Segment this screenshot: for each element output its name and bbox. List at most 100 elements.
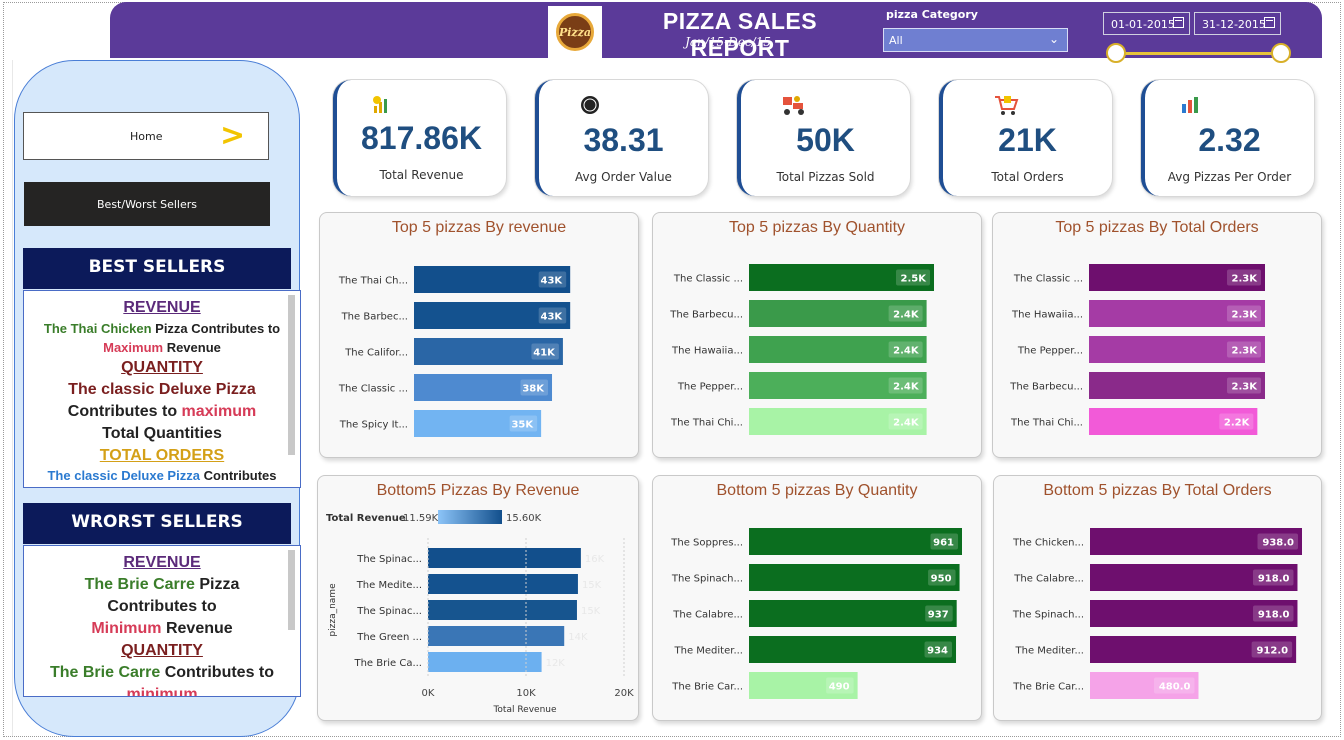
- chart-top5-revenue: Top 5 pizzas By revenue The Thai Ch... 43…: [319, 212, 639, 458]
- kpi-value: 50K: [796, 122, 855, 158]
- category-label: The Classic ...: [673, 274, 743, 285]
- chart-svg: The Classic ... 2.5K The Barbecu... 2.4K The…: [669, 264, 934, 435]
- worst-sellers-box: REVENUE The Brie Carre Pizza Contributes…: [23, 545, 301, 697]
- best-orders-text: Contributes: [199, 468, 277, 483]
- best-sellers-scrollbar[interactable]: [288, 295, 295, 455]
- data-label: 41K: [533, 348, 556, 359]
- x-tick-label: 20K: [614, 688, 634, 699]
- x-tick-label: 0K: [422, 688, 435, 699]
- best-quantity-maximum: maximum: [181, 403, 257, 420]
- data-label: 14K: [568, 632, 588, 643]
- category-label: The Hawaiia...: [1011, 310, 1083, 321]
- best-quantity-pizza: The classic Deluxe Pizza: [68, 381, 256, 398]
- worst-quantity-text: Contributes to: [160, 664, 275, 681]
- bar: [428, 652, 542, 672]
- date-start-value: 01-01-2015: [1111, 18, 1175, 31]
- best-revenue-text2: Revenue: [163, 340, 221, 355]
- worst-revenue-pizza: The Brie Carre: [84, 576, 195, 593]
- legend-max: 15.60K: [506, 513, 542, 524]
- category-label: The Chicken...: [1012, 538, 1084, 549]
- chart-top5-orders: Top 5 pizzas By Total Orders The Classic…: [992, 212, 1322, 458]
- category-label: The Thai Chi...: [670, 418, 743, 429]
- chart-svg: The Thai Ch... 43K The Barbec... 43K The Cal…: [338, 266, 571, 437]
- data-label: 15K: [581, 606, 601, 617]
- bar: [428, 574, 578, 594]
- kpi-avg-order-value: 38.31 Avg Order Value: [535, 80, 708, 196]
- date-end-input[interactable]: 31-12-2015: [1194, 12, 1281, 35]
- data-label: 43K: [541, 276, 564, 287]
- category-label: The Soppres...: [670, 538, 743, 549]
- category-label: The Barbec...: [341, 312, 408, 323]
- date-start-input[interactable]: 01-01-2015: [1103, 12, 1190, 35]
- category-label: The Pepper...: [677, 382, 743, 393]
- chevron-down-icon: ⌄: [1048, 32, 1059, 46]
- legend-gradient-bar: [438, 510, 502, 524]
- best-sellers-heading: BEST SELLERS: [23, 248, 291, 289]
- data-label: 2.4K: [893, 346, 920, 357]
- bar: [428, 600, 577, 620]
- x-tick-label: 10K: [516, 688, 536, 699]
- chart-bottom5-quantity: Bottom 5 pizzas By Quantity The Soppres.…: [652, 475, 982, 721]
- data-label: 12K: [546, 658, 566, 669]
- worst-revenue-minimum: Minimum: [91, 620, 162, 637]
- pizza-category-dropdown[interactable]: All ⌄: [883, 28, 1068, 52]
- kpi-value: 817.86K: [361, 120, 482, 156]
- kpi-value: 38.31: [583, 122, 664, 158]
- category-label: The Medite...: [356, 580, 422, 591]
- kpi-total-revenue: 817.86K Total Revenue: [333, 80, 506, 196]
- category-label: The Classic ...: [338, 384, 408, 395]
- data-label: 38K: [522, 384, 545, 395]
- category-label: The Brie Ca...: [353, 658, 422, 669]
- bar: [749, 564, 960, 591]
- home-button-label: Home: [130, 130, 163, 143]
- kpi-label: Total Pizzas Sold: [776, 170, 875, 184]
- data-label: 2.5K: [901, 274, 928, 285]
- kpi-total-pizzas-sold: 50K Total Pizzas Sold: [737, 80, 910, 196]
- home-button[interactable]: Home >: [23, 112, 269, 160]
- legend-title: Total Revenue: [326, 513, 406, 524]
- category-label: The Spinach...: [1012, 610, 1084, 621]
- best-quantity-text2: Total Quantities: [102, 425, 222, 442]
- kpi-label: Total Orders: [991, 170, 1064, 184]
- date-slider-end-handle[interactable]: [1271, 43, 1291, 63]
- date-slider-start-handle[interactable]: [1106, 43, 1126, 63]
- category-label: The Calabre...: [1013, 574, 1084, 585]
- data-label: 918.0: [1258, 610, 1290, 621]
- kpi-label: Avg Pizzas Per Order: [1167, 170, 1292, 184]
- bar: [749, 528, 962, 555]
- best-orders-title: TOTAL ORDERS: [99, 447, 225, 464]
- category-label: The Spicy It...: [339, 420, 408, 431]
- dashboard: Pizza PIZZA SALES REPORT Jan/15-Dec/15 p…: [0, 0, 1344, 740]
- pizza-category-value: All: [889, 34, 903, 47]
- worst-revenue-text: Pizza: [194, 576, 240, 593]
- data-label: 2.4K: [893, 418, 920, 429]
- chart-svg: The Chicken... 938.0 The Calabre... 918.0 Th…: [1012, 528, 1302, 699]
- category-label: The Brie Car...: [1012, 682, 1084, 693]
- category-label: The Mediter...: [674, 646, 744, 657]
- kpi-total-orders: 21K Total Orders: [939, 80, 1112, 196]
- bar-chart-icon: [1179, 94, 1201, 116]
- category-label: The Mediter...: [1015, 646, 1085, 657]
- worst-sellers-scrollbar[interactable]: [288, 550, 295, 630]
- data-label: 912.0: [1256, 646, 1288, 657]
- chart-svg: The Soppres... 961 The Spinach... 950 The Ca…: [670, 528, 962, 699]
- best-sellers-box: REVENUE The Thai Chicken Pizza Contribut…: [23, 290, 301, 488]
- best-worst-sellers-button[interactable]: Best/Worst Sellers: [24, 182, 270, 226]
- worst-quantity-title: QUANTITY: [121, 642, 203, 659]
- category-label: The Green ...: [356, 632, 422, 643]
- data-label: 2.4K: [893, 310, 920, 321]
- data-label: 918.0: [1258, 574, 1290, 585]
- pizza-logo-icon: Pizza: [556, 13, 594, 51]
- calendar-icon[interactable]: [1173, 17, 1184, 28]
- category-label: The Pepper...: [1017, 346, 1083, 357]
- data-label: 43K: [541, 312, 564, 323]
- calendar-icon[interactable]: [1264, 17, 1275, 28]
- date-end-value: 31-12-2015: [1202, 18, 1266, 31]
- best-revenue-maximum: Maximum: [103, 340, 164, 355]
- y-axis-label: pizza_name: [328, 583, 338, 637]
- worst-quantity-pizza: The Brie Carre: [49, 664, 161, 681]
- best-quantity-text: Contributes to: [67, 403, 182, 420]
- page-subtitle: Jan/15-Dec/15: [685, 35, 771, 49]
- date-range-slider[interactable]: [1116, 52, 1282, 55]
- x-axis-label: Total Revenue: [492, 705, 557, 715]
